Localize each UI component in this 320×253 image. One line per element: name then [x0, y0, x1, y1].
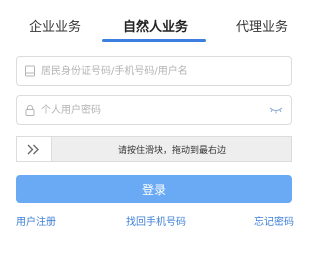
slider-handle[interactable]	[16, 136, 52, 162]
double-chevron-right-icon	[27, 144, 39, 155]
forgot-password-link[interactable]: 忘记密码	[254, 213, 294, 228]
tab-enterprise[interactable]: 企业业务	[29, 16, 81, 35]
tab-individual[interactable]: 自然人业务	[123, 16, 188, 35]
retrieve-phone-link[interactable]: 找回手机号码	[126, 213, 186, 228]
password-field	[16, 95, 292, 125]
register-link[interactable]: 用户注册	[16, 213, 56, 228]
active-tab-indicator	[102, 39, 206, 42]
eye-closed-icon[interactable]	[269, 105, 283, 115]
user-card-icon	[25, 65, 35, 77]
password-input[interactable]	[41, 101, 269, 119]
login-type-tabs: 企业业务 自然人业务 代理业务	[0, 0, 300, 42]
slider-hint-text: 请按住滑块，拖动到最右边	[117, 146, 226, 156]
username-field	[16, 56, 292, 86]
login-button[interactable]: 登录	[16, 175, 292, 203]
lock-icon	[25, 105, 35, 116]
slider-captcha: 请按住滑块，拖动到最右边	[16, 136, 292, 162]
username-input[interactable]	[41, 62, 269, 80]
tab-agent[interactable]: 代理业务	[236, 16, 288, 35]
